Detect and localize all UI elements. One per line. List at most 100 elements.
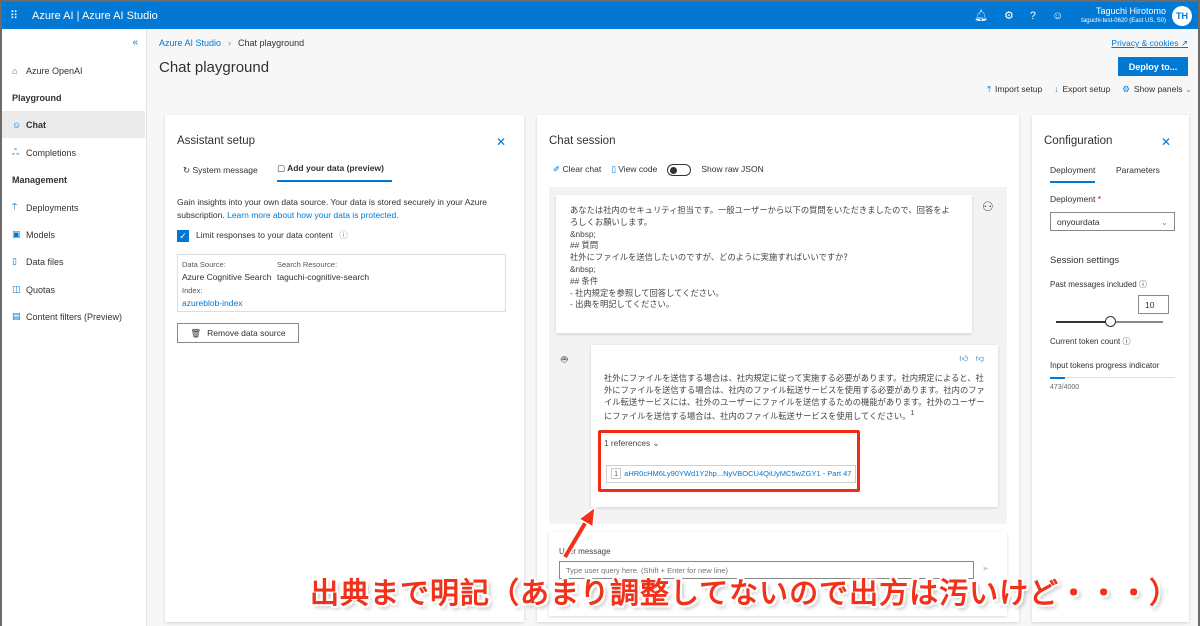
settings-gear-icon[interactable]: ⚙ (1004, 9, 1014, 22)
privacy-link[interactable]: Privacy & cookies ↗ (1111, 38, 1188, 49)
search-resource-label: Search Resource: (277, 260, 338, 269)
button-label: Remove data source (207, 328, 286, 338)
info-icon[interactable]: ⓘ (1123, 337, 1131, 346)
privacy-label: Privacy & cookies (1111, 38, 1179, 48)
thumbs-down-icon[interactable]: 👎︎ (976, 353, 984, 365)
close-icon[interactable]: ✕ (496, 135, 506, 149)
thumbs-up-icon[interactable]: 👍︎ (959, 353, 968, 365)
sidebar-item-quotas[interactable]: ◫ Quotas (2, 276, 145, 303)
checkmark-icon: ✓ (177, 229, 189, 242)
annotation-arrow (561, 505, 596, 559)
info-icon[interactable]: ⓘ (339, 230, 348, 240)
user-person-icon: ⚇ (982, 199, 994, 214)
close-icon[interactable]: ✕ (1161, 135, 1171, 149)
required-marker: * (1097, 194, 1102, 204)
home-icon: ⌂ (12, 65, 18, 76)
chat-bot-icon: ☺ (12, 119, 22, 130)
session-settings-heading: Session settings (1050, 255, 1120, 266)
avatar[interactable]: TH (1172, 5, 1192, 26)
sidebar-heading-management: Management (12, 175, 68, 185)
search-resource-value: taguchi-cognitive-search (277, 272, 370, 282)
deployments-icon: ⍑ (12, 202, 18, 212)
past-messages-input[interactable]: 10 (1138, 295, 1169, 314)
sidebar: « ⌂ Azure OpenAI Playground ☺ Chat ஃ Comple… (2, 29, 147, 626)
view-code-button[interactable]: ▯ View code (611, 163, 657, 176)
tab-label: Add your data (preview) (287, 163, 384, 173)
panel-title: Chat session (549, 135, 616, 147)
panel-title: Configuration (1044, 135, 1113, 147)
main-area: Azure AI Studio › Chat playground Chat pla… (147, 29, 1198, 626)
feedback-smiley-icon[interactable]: ☺ (1052, 10, 1063, 22)
breadcrumb-current: Chat playground (238, 38, 305, 48)
tab-deployment[interactable]: Deployment (1050, 165, 1096, 183)
raw-json-toggle[interactable] (667, 163, 692, 176)
sidebar-item-label: Models (26, 229, 56, 240)
learn-more-link[interactable]: Learn more about how your data is protec… (227, 210, 399, 220)
sidebar-item-label: Quotas (26, 284, 56, 295)
panel-title: Assistant setup (177, 135, 255, 147)
clear-chat-button[interactable]: ✐ Clear chat (553, 163, 601, 176)
models-icon: ▣ (12, 229, 21, 239)
show-panels-button[interactable]: ⚙ Show panels ⌄ (1122, 84, 1192, 95)
chevron-down-icon: ⌄ (1184, 84, 1192, 94)
sidebar-item-deployments[interactable]: ⍑ Deployments (2, 194, 145, 221)
remove-data-source-button[interactable]: 🗑︎ Remove data source (177, 323, 299, 343)
breadcrumb: Azure AI Studio › Chat playground (159, 38, 304, 48)
citation-marker[interactable]: 1 (911, 410, 915, 417)
completions-icon: ஃ (12, 146, 20, 157)
selected-value: onyourdata (1057, 217, 1100, 227)
user-message: あなたは社内のセキュリティ担当です。一般ユーザーから以下の質問をいただきましたの… (556, 195, 972, 333)
quotas-icon: ◫ (12, 284, 21, 294)
user-info[interactable]: Taguchi Hirotomo taguchi-test-0620 (East … (1081, 6, 1166, 26)
collapse-sidebar-icon[interactable]: « (132, 37, 138, 48)
sidebar-item-completions[interactable]: ஃ Completions (2, 139, 145, 166)
sidebar-item-chat[interactable]: ☺ Chat (2, 111, 145, 138)
tab-parameters[interactable]: Parameters (1116, 165, 1160, 181)
token-count-label: Current token count (1050, 337, 1121, 346)
sidebar-item-label: Chat (26, 119, 46, 130)
limit-responses-checkbox[interactable]: ✓ Limit responses to your data content ⓘ (177, 229, 348, 242)
chat-session-panel: Chat session ✐ Clear chat ▯ View code Sh… (537, 115, 1019, 622)
import-setup-button[interactable]: ⤒ Import setup (987, 84, 1042, 95)
tab-add-your-data[interactable]: ▢ Add your data (preview) (277, 163, 392, 182)
sidebar-item-models[interactable]: ▣ Models (2, 221, 145, 248)
user-name: Taguchi Hirotomo (1095, 5, 1166, 16)
tab-label: System message (192, 165, 258, 175)
sidebar-item-content-filters[interactable]: ▤ Content filters (Preview) (2, 303, 145, 330)
page-title: Chat playground (159, 59, 270, 76)
sidebar-item-label: Azure OpenAI (26, 65, 83, 76)
token-count-text: 473/4000 (1050, 384, 1080, 391)
info-icon[interactable]: ⓘ (1139, 280, 1147, 289)
top-bar: ⠿ Azure AI | Azure AI Studio 🔔︎ ⚙ ? ☺ Ta… (2, 2, 1198, 29)
deployment-label: Deployment (1050, 194, 1096, 204)
gear-icon: ⚙ (1122, 84, 1130, 94)
chevron-down-icon: ⌄ (1160, 217, 1168, 227)
brand[interactable]: Azure AI | Azure AI Studio (32, 10, 158, 22)
deploy-button[interactable]: Deploy to... (1118, 57, 1188, 76)
index-link[interactable]: azureblob-index (182, 298, 242, 308)
slider-thumb[interactable] (1104, 316, 1116, 327)
tab-system-message[interactable]: ↻ System message (183, 165, 258, 182)
app-launcher-icon[interactable]: ⠿ (10, 9, 22, 22)
past-messages-slider[interactable] (1056, 316, 1163, 327)
notification-bell-icon[interactable]: 🔔︎ (974, 9, 988, 22)
export-setup-button[interactable]: ↓ Export setup (1054, 84, 1110, 95)
data-source-box: Data Source: Azure Cognitive Search Sear… (177, 254, 506, 312)
highlight-box (598, 430, 860, 492)
show-panels-label: Show panels (1133, 84, 1183, 94)
data-source-value: Azure Cognitive Search (182, 272, 272, 282)
deployment-select[interactable]: onyourdata ⌄ (1050, 212, 1175, 231)
chevron-right-icon: › (228, 38, 232, 48)
sidebar-heading-playground: Playground (12, 93, 62, 103)
breadcrumb-root[interactable]: Azure AI Studio (159, 38, 221, 48)
sidebar-item-data-files[interactable]: ▯ Data files (2, 248, 145, 275)
sidebar-item-azure-openai[interactable]: ⌂ Azure OpenAI (2, 57, 145, 84)
chat-messages: あなたは社内のセキュリティ担当です。一般ユーザーから以下の質問をいただきましたの… (549, 187, 1007, 524)
configuration-panel: Configuration ✕ Deployment Parameters De… (1032, 115, 1189, 622)
help-icon[interactable]: ? (1030, 10, 1036, 22)
sidebar-item-label: Data files (26, 256, 64, 267)
trash-icon: 🗑︎ (190, 327, 202, 338)
raw-json-label: Show raw JSON (701, 164, 764, 174)
button-label: Clear chat (562, 164, 602, 174)
assistant-text: 社外にファイルを送信する場合は、社内規定に従って実施する必要があります。社内規定… (604, 373, 985, 422)
